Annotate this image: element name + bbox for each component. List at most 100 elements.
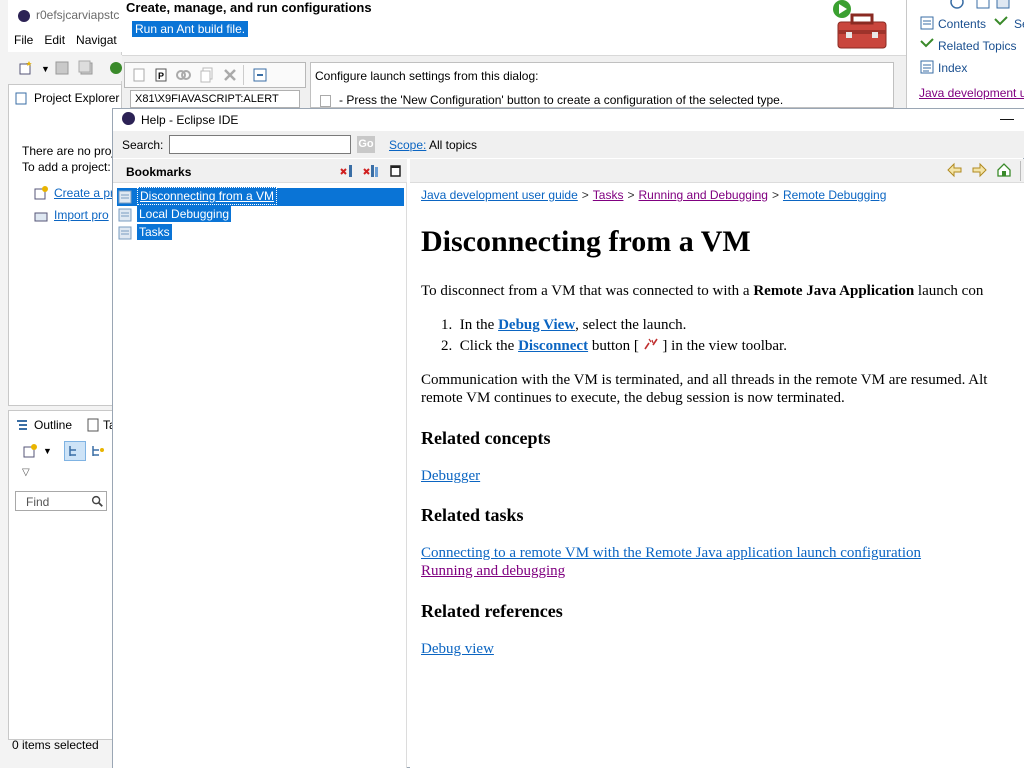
search-label: Search: bbox=[122, 138, 164, 152]
menu-file[interactable]: File bbox=[8, 30, 38, 47]
debugger-link[interactable]: Debugger bbox=[421, 468, 480, 485]
search-help-icon bbox=[994, 16, 1008, 26]
save-all-icon[interactable] bbox=[78, 60, 94, 76]
remote-vm-link[interactable]: Connecting to a remote VM with the Remot… bbox=[421, 545, 921, 562]
toolbar-separator bbox=[1020, 161, 1021, 181]
index-icon bbox=[920, 60, 934, 74]
breadcrumb: Java development user guide > Tasks > Runnin… bbox=[421, 188, 887, 202]
bookmark-item[interactable]: Local Debugging bbox=[118, 206, 232, 224]
tree-icon bbox=[69, 446, 76, 456]
scope-value: All topics bbox=[429, 138, 478, 152]
bookmark-label: Tasks bbox=[137, 224, 172, 240]
page-title: Disconnecting from a VM bbox=[421, 225, 751, 258]
pe-hint-text: To add a project: bbox=[22, 160, 111, 174]
running-debugging-link[interactable]: Running and debugging bbox=[421, 563, 565, 580]
launch-description-text: Configure launch settings from this dial… bbox=[315, 69, 539, 83]
launch-config-toolbar: P bbox=[124, 62, 306, 88]
find-field[interactable]: Find bbox=[15, 491, 107, 511]
menu-edit[interactable]: Edit bbox=[38, 30, 70, 47]
launch-config-filter[interactable]: X81\X9FIAVASCRIPT:ALERT bbox=[130, 90, 300, 108]
related-icon[interactable] bbox=[975, 0, 991, 10]
maximize-icon[interactable] bbox=[388, 163, 404, 179]
project-explorer-tab[interactable]: Project Explorer bbox=[34, 91, 119, 105]
view-menu-icon[interactable]: ▽ bbox=[22, 467, 30, 478]
related-concepts-heading: Related concepts bbox=[421, 428, 551, 448]
disconnect-link[interactable]: Disconnect bbox=[518, 338, 588, 354]
help-search-link[interactable]: Se bbox=[1014, 17, 1024, 31]
search-icon[interactable] bbox=[90, 494, 104, 508]
java-dev-guide-link[interactable]: Java development u bbox=[919, 86, 1024, 100]
new-task-icon[interactable] bbox=[22, 443, 38, 459]
find-placeholder: Find bbox=[26, 495, 50, 509]
help-contents-link[interactable]: Contents bbox=[938, 17, 986, 31]
bookmarks-title: Bookmarks bbox=[126, 165, 192, 179]
pe-empty-text: There are no proj bbox=[22, 144, 115, 158]
import-project-link[interactable]: Import pro bbox=[54, 208, 109, 222]
intro-bold-text: Remote Java Application bbox=[753, 283, 915, 299]
step-text: In the bbox=[459, 317, 499, 333]
link-icon[interactable] bbox=[175, 67, 191, 83]
workbench-title: r0efsjcarviapstc bbox=[36, 8, 120, 22]
bookmark-label: Local Debugging bbox=[137, 206, 232, 222]
launch-dialog-title: Create, manage, and run configurations bbox=[126, 0, 372, 15]
contents-icon bbox=[920, 16, 934, 30]
related-topics-icon bbox=[920, 38, 934, 48]
new-wizard-icon[interactable] bbox=[18, 60, 34, 76]
delete-bookmark-icon[interactable] bbox=[339, 163, 355, 179]
intro-text-tail: launch con bbox=[914, 283, 984, 299]
minimize-icon[interactable]: — bbox=[1000, 110, 1014, 126]
help-title-bar bbox=[113, 109, 1024, 131]
delete-all-bookmarks-icon[interactable] bbox=[363, 163, 379, 179]
go-button[interactable]: Go bbox=[357, 136, 375, 153]
categorize-toggle[interactable] bbox=[64, 441, 86, 461]
save-icon[interactable] bbox=[54, 60, 70, 76]
search-input[interactable] bbox=[169, 135, 351, 154]
forward-icon[interactable] bbox=[971, 162, 987, 178]
related-topics-link[interactable]: Related Topics bbox=[938, 39, 1017, 53]
home-icon[interactable] bbox=[996, 162, 1012, 178]
help-content bbox=[410, 183, 1024, 768]
help-icon[interactable] bbox=[949, 0, 965, 10]
outline-tab[interactable]: Outline bbox=[34, 418, 72, 432]
disconnect-icon bbox=[644, 338, 658, 350]
eclipse-logo-icon bbox=[122, 112, 135, 125]
outline-panel: Outline Ta ▼ ▽ Find bbox=[8, 410, 122, 740]
index-link[interactable]: Index bbox=[938, 61, 967, 75]
result-paragraph-line-2: remote VM continues to execute, the debu… bbox=[421, 390, 845, 406]
content-toolbar bbox=[410, 159, 1024, 183]
scheduled-icon[interactable] bbox=[90, 443, 106, 459]
bookmarks-icon[interactable] bbox=[995, 0, 1011, 10]
debug-view-reference-link[interactable]: Debug view bbox=[421, 641, 494, 658]
workbench-toolbar: ▼ bbox=[8, 55, 122, 81]
step-text: , select the launch. bbox=[575, 317, 687, 333]
topic-icon bbox=[118, 208, 132, 222]
related-references-heading: Related references bbox=[421, 601, 563, 621]
launch-description-bullet: - Press the 'New Configuration' button t… bbox=[320, 93, 783, 107]
menu-navigate[interactable]: Navigat bbox=[70, 30, 122, 47]
back-icon[interactable] bbox=[947, 162, 963, 178]
breadcrumb-item[interactable]: Java development user guide bbox=[421, 188, 578, 202]
status-bar: 0 items selected bbox=[12, 738, 99, 752]
step-number: 2. bbox=[441, 338, 453, 354]
new-config-icon[interactable] bbox=[131, 67, 147, 83]
step-2: 2. Click the Disconnect button [ ] in th… bbox=[441, 337, 787, 355]
collapse-all-icon[interactable] bbox=[252, 67, 268, 83]
breadcrumb-item[interactable]: Tasks bbox=[593, 188, 624, 202]
create-project-link[interactable]: Create a pr bbox=[54, 186, 114, 200]
new-prototype-icon[interactable]: P bbox=[153, 67, 169, 83]
delete-icon[interactable] bbox=[222, 67, 238, 83]
step-number: 1. bbox=[441, 317, 453, 333]
bookmark-item[interactable]: Disconnecting from a VM bbox=[118, 187, 278, 206]
toolbox-icon bbox=[833, 0, 887, 49]
breadcrumb-item[interactable]: Running and Debugging bbox=[639, 188, 768, 202]
duplicate-icon[interactable] bbox=[199, 67, 215, 83]
scope-link[interactable]: Scope: bbox=[389, 138, 426, 152]
chevron-down-icon[interactable]: ▼ bbox=[41, 64, 50, 74]
bookmark-item[interactable]: Tasks bbox=[118, 224, 172, 242]
help-window-title: Help - Eclipse IDE bbox=[141, 113, 239, 127]
chevron-down-icon[interactable]: ▼ bbox=[43, 446, 52, 456]
breadcrumb-item[interactable]: Remote Debugging bbox=[783, 188, 886, 202]
debug-view-link[interactable]: Debug View bbox=[498, 317, 575, 333]
project-explorer-panel: Project Explorer There are no proj To ad… bbox=[8, 84, 122, 406]
task-list-icon bbox=[87, 418, 99, 432]
